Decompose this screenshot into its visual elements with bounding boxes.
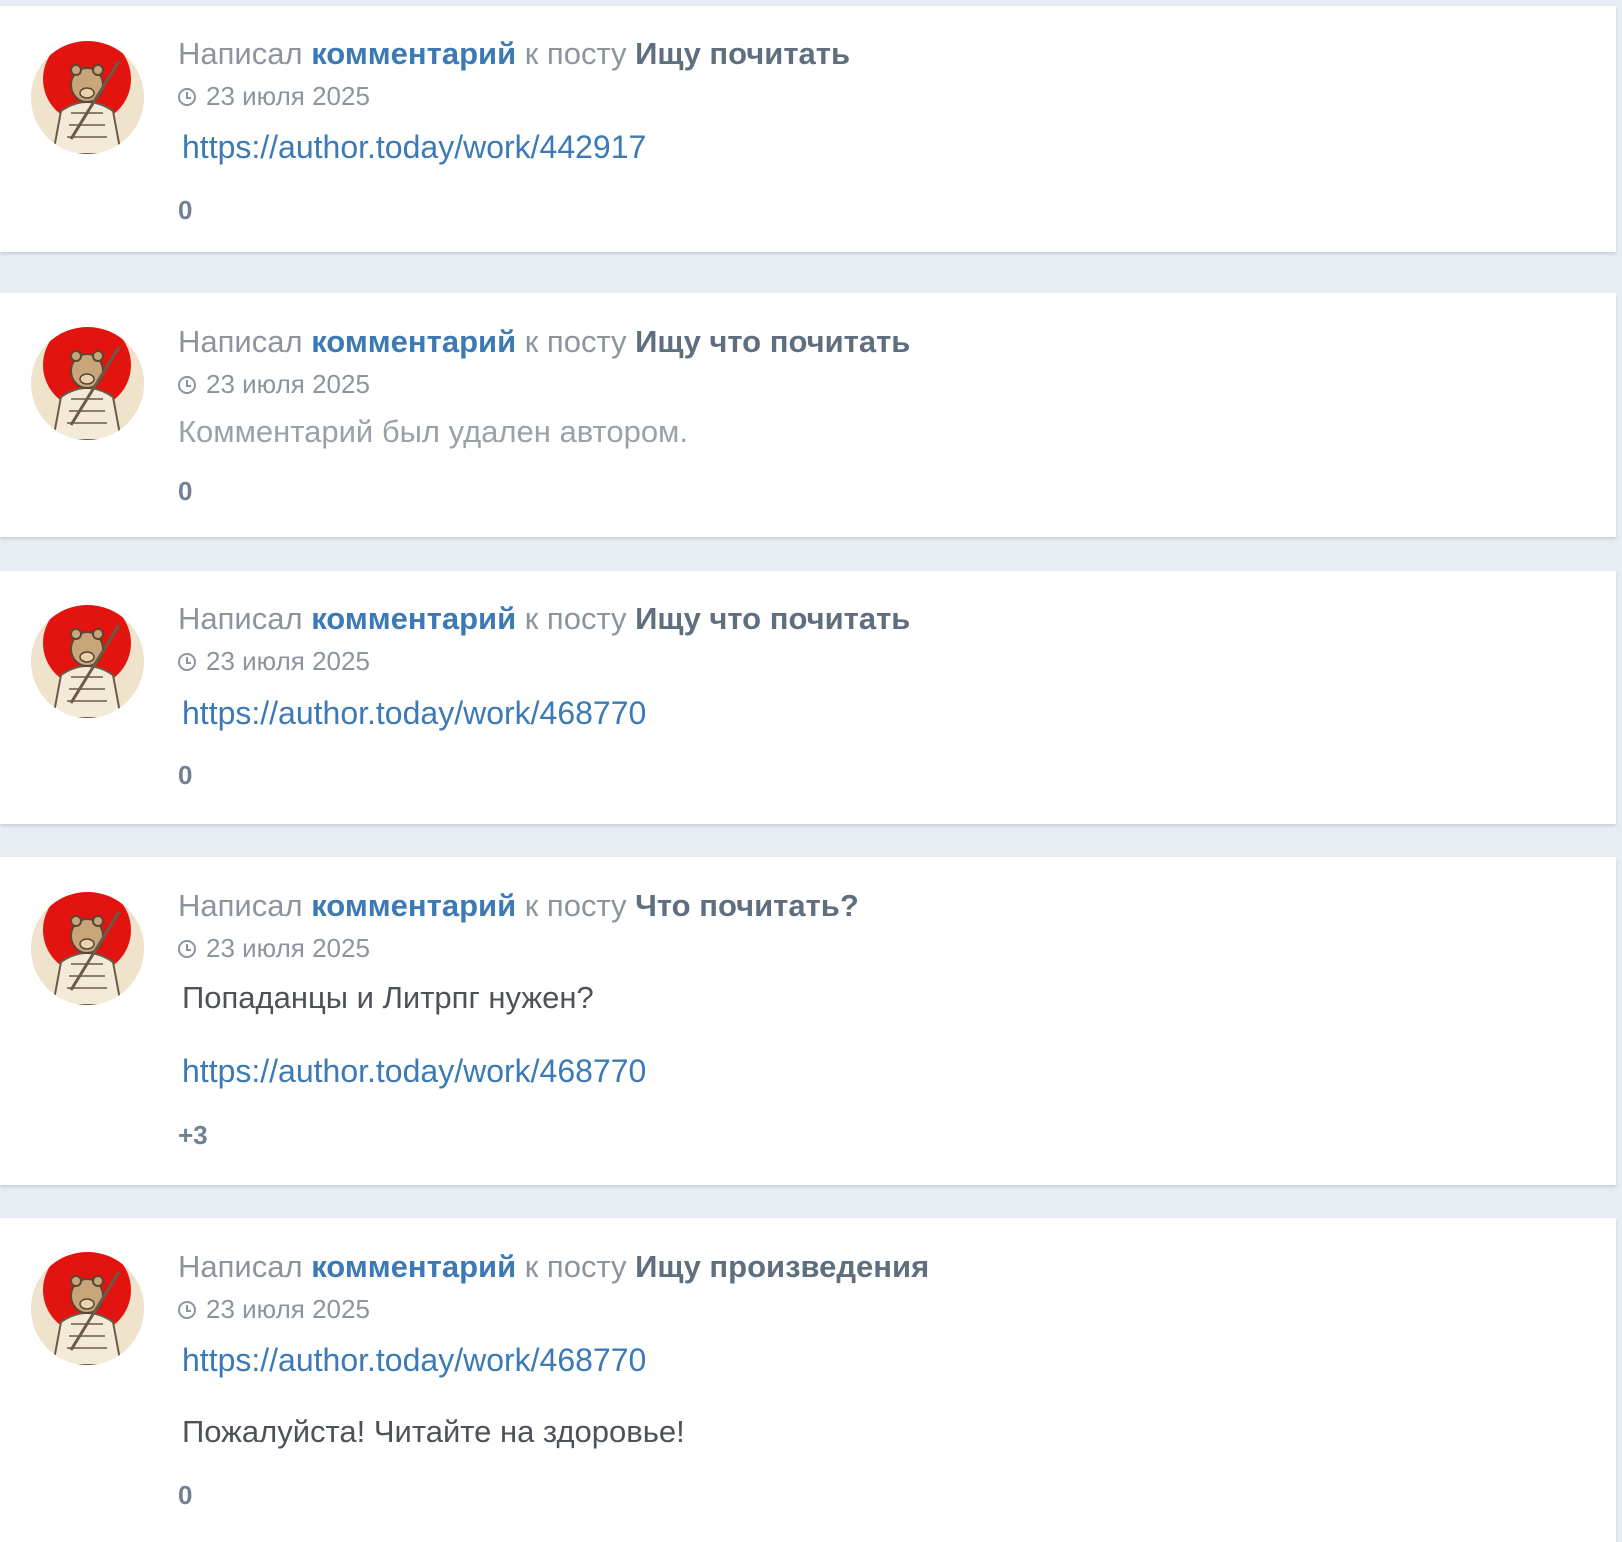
header-middle: к посту — [524, 36, 627, 71]
activity-date: 23 июля 2025 — [178, 932, 370, 964]
activity-date: 23 июля 2025 — [178, 1293, 370, 1325]
activity-date: 23 июля 2025 — [178, 645, 370, 677]
activity-header: Написал комментарий к посту Ищу что почи… — [178, 323, 910, 361]
post-title-link[interactable]: Ищу что почитать — [635, 601, 910, 636]
comment-rating[interactable]: 0 — [178, 194, 192, 226]
comment-rating[interactable]: 0 — [178, 475, 192, 507]
avatar-image — [31, 892, 144, 1005]
user-avatar[interactable] — [31, 41, 144, 154]
header-prefix: Написал — [178, 1249, 303, 1284]
comment-url-link[interactable]: https://author.today/work/468770 — [182, 694, 646, 732]
comment-link[interactable]: комментарий — [311, 36, 516, 71]
header-prefix: Написал — [178, 324, 303, 359]
clock-icon — [178, 940, 196, 958]
comment-link[interactable]: комментарий — [311, 888, 516, 923]
comment-text: Пожалуйста! Читайте на здоровье! — [182, 1414, 685, 1449]
comment-url-link[interactable]: https://author.today/work/468770 — [182, 1341, 646, 1379]
post-title-link[interactable]: Ищу что почитать — [635, 324, 910, 359]
comment-link[interactable]: комментарий — [311, 1249, 516, 1284]
activity-header: Написал комментарий к посту Что почитать… — [178, 887, 859, 925]
header-middle: к посту — [524, 601, 627, 636]
comment-url-link[interactable]: https://author.today/work/468770 — [182, 1052, 646, 1090]
avatar-image — [31, 41, 144, 154]
user-avatar[interactable] — [31, 1252, 144, 1365]
activity-header: Написал комментарий к посту Ищу что почи… — [178, 600, 910, 638]
activity-header: Написал комментарий к посту Ищу произвед… — [178, 1248, 929, 1286]
comment-url-link[interactable]: https://author.today/work/442917 — [182, 128, 646, 166]
comment-text: Попаданцы и Литрпг нужен? — [182, 980, 594, 1015]
date-text: 23 июля 2025 — [206, 81, 370, 111]
header-middle: к посту — [524, 888, 627, 923]
date-text: 23 июля 2025 — [206, 933, 370, 963]
post-title-link[interactable]: Что почитать? — [635, 888, 859, 923]
activity-header: Написал комментарий к посту Ищу почитать — [178, 35, 850, 73]
clock-icon — [178, 376, 196, 394]
date-text: 23 июля 2025 — [206, 1294, 370, 1324]
avatar-image — [31, 605, 144, 718]
post-title-link[interactable]: Ищу произведения — [635, 1249, 929, 1284]
header-middle: к посту — [524, 1249, 627, 1284]
header-middle: к посту — [524, 324, 627, 359]
post-title-link[interactable]: Ищу почитать — [635, 36, 850, 71]
activity-card: Написал комментарий к посту Ищу что почи… — [0, 571, 1616, 824]
activity-date: 23 июля 2025 — [178, 368, 370, 400]
activity-date: 23 июля 2025 — [178, 80, 370, 112]
comment-rating[interactable]: 0 — [178, 759, 192, 791]
date-text: 23 июля 2025 — [206, 369, 370, 399]
avatar-image — [31, 1252, 144, 1365]
header-prefix: Написал — [178, 888, 303, 923]
deleted-comment-text: Комментарий был удален автором. — [178, 414, 688, 449]
avatar-image — [31, 327, 144, 440]
comment-rating[interactable]: +3 — [178, 1119, 208, 1151]
user-avatar[interactable] — [31, 892, 144, 1005]
activity-card: Написал комментарий к посту Что почитать… — [0, 857, 1616, 1185]
header-prefix: Написал — [178, 36, 303, 71]
clock-icon — [178, 1301, 196, 1319]
comment-link[interactable]: комментарий — [311, 601, 516, 636]
clock-icon — [178, 88, 196, 106]
date-text: 23 июля 2025 — [206, 646, 370, 676]
user-avatar[interactable] — [31, 327, 144, 440]
user-avatar[interactable] — [31, 605, 144, 718]
activity-card: Написал комментарий к посту Ищу что почи… — [0, 293, 1616, 537]
comment-rating[interactable]: 0 — [178, 1479, 192, 1511]
activity-card: Написал комментарий к посту Ищу произвед… — [0, 1218, 1616, 1542]
header-prefix: Написал — [178, 601, 303, 636]
clock-icon — [178, 653, 196, 671]
comment-link[interactable]: комментарий — [311, 324, 516, 359]
activity-card: Написал комментарий к посту Ищу почитать… — [0, 6, 1616, 252]
